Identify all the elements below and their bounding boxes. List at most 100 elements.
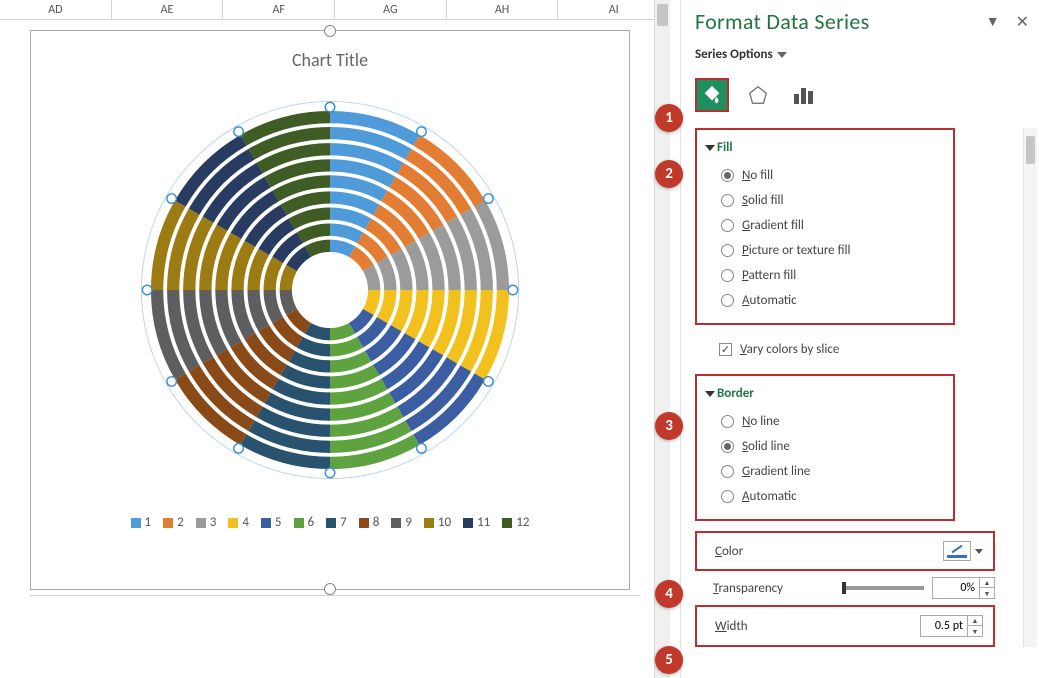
radio[interactable] <box>721 294 734 307</box>
selection-handle[interactable] <box>417 127 427 137</box>
legend-item[interactable]: 12 <box>502 515 529 530</box>
radio[interactable] <box>721 244 734 257</box>
selection-handle[interactable] <box>484 194 494 204</box>
radio-label: Solid fill <box>742 193 783 208</box>
legend-item[interactable]: 9 <box>391 515 412 530</box>
selection-handle[interactable] <box>325 102 335 112</box>
radio[interactable] <box>721 269 734 282</box>
legend-swatch <box>359 518 369 528</box>
bar-chart-icon <box>792 84 816 106</box>
radio[interactable] <box>721 169 734 182</box>
selection-handle[interactable] <box>325 468 335 478</box>
legend-item[interactable]: 3 <box>196 515 217 530</box>
selection-handle[interactable] <box>167 377 177 387</box>
fill-label: Fill <box>717 140 733 155</box>
spin-down-icon[interactable]: ▼ <box>968 626 982 636</box>
transparency-input[interactable]: ▲▼ <box>932 577 995 599</box>
transparency-slider[interactable] <box>844 586 924 590</box>
spin-up-icon[interactable]: ▲ <box>968 616 982 626</box>
fill-option-solid_fill[interactable]: Solid fill <box>707 188 939 213</box>
legend-swatch <box>294 518 304 528</box>
format-data-series-pane: Format Data Series ▼ ✕ Series Options Fi… <box>680 0 1039 678</box>
fill-option-no_fill[interactable]: No fill <box>707 163 939 188</box>
pane-options-icon[interactable]: ▼ <box>986 13 1000 30</box>
scroll-thumb[interactable] <box>1026 136 1035 164</box>
pie-chart[interactable] <box>130 90 530 490</box>
legend-label: 1 <box>145 515 152 530</box>
fill-option-gradient_fill[interactable]: Gradient fill <box>707 213 939 238</box>
selection-handle[interactable] <box>417 444 427 454</box>
vary-colors-checkbox[interactable]: ✓ <box>719 343 732 356</box>
legend-swatch <box>463 518 473 528</box>
fill-section: Fill No fill Solid fill Gradient fillPictu… <box>695 128 955 325</box>
chevron-down-icon[interactable] <box>975 549 983 554</box>
series-options-dropdown[interactable]: Series Options <box>695 47 1029 62</box>
column-header[interactable]: AF <box>223 0 335 19</box>
fill-option-automatic[interactable]: Automatic <box>707 288 939 313</box>
legend-item[interactable]: 4 <box>228 515 249 530</box>
collapse-icon[interactable] <box>705 145 715 151</box>
radio[interactable] <box>721 440 734 453</box>
resize-handle-top[interactable] <box>324 25 336 37</box>
column-header[interactable]: AH <box>447 0 559 19</box>
legend-label: 10 <box>438 515 451 530</box>
worksheet-area: ADAEAFAGAHAI Chart Title 123456789101112… <box>0 0 670 678</box>
selection-handle[interactable] <box>167 194 177 204</box>
pane-scrollbar[interactable] <box>1023 128 1037 647</box>
legend-label: 9 <box>405 515 412 530</box>
legend-item[interactable]: 10 <box>424 515 451 530</box>
fill-option-picture_fill[interactable]: Picture or texture fill <box>707 238 939 263</box>
legend-item[interactable]: 11 <box>463 515 490 530</box>
series-options-tab[interactable] <box>787 78 821 112</box>
legend-item[interactable]: 1 <box>131 515 152 530</box>
radio[interactable] <box>721 465 734 478</box>
chart-plot-area[interactable] <box>31 75 629 505</box>
chart-legend[interactable]: 123456789101112 <box>31 505 629 540</box>
column-header[interactable]: AD <box>0 0 112 19</box>
legend-item[interactable]: 5 <box>261 515 282 530</box>
radio[interactable] <box>721 194 734 207</box>
column-header[interactable]: AE <box>112 0 224 19</box>
border-option-automatic[interactable]: Automatic <box>707 484 939 509</box>
worksheet-scrollbar[interactable]: ▲ ▼ <box>654 0 670 678</box>
fill-and-line-tab[interactable] <box>695 78 729 112</box>
vary-row: ✓ Vary colors by slice <box>695 335 955 364</box>
spin-up-icon[interactable]: ▲ <box>980 578 994 588</box>
width-input[interactable]: ▲▼ <box>920 615 983 637</box>
column-header[interactable]: AG <box>335 0 447 19</box>
pane-title: Format Data Series <box>695 8 870 35</box>
legend-label: 7 <box>340 515 347 530</box>
radio[interactable] <box>721 490 734 503</box>
selection-handle[interactable] <box>142 285 152 295</box>
fill-option-pattern_fill[interactable]: Pattern fill <box>707 263 939 288</box>
legend-item[interactable]: 7 <box>326 515 347 530</box>
chart-object[interactable]: Chart Title 123456789101112 <box>30 30 630 590</box>
pane-close-icon[interactable]: ✕ <box>1016 12 1029 32</box>
collapse-icon[interactable] <box>705 391 715 397</box>
selection-handle[interactable] <box>234 444 244 454</box>
annotation-badge-2: 2 <box>655 160 683 188</box>
scroll-thumb[interactable] <box>657 4 668 26</box>
resize-handle-bottom[interactable] <box>324 583 336 595</box>
selection-handle[interactable] <box>234 127 244 137</box>
radio-label: Solid line <box>742 439 790 454</box>
annotation-badge-3: 3 <box>655 412 683 440</box>
legend-label: 11 <box>477 515 490 530</box>
legend-item[interactable]: 6 <box>294 515 315 530</box>
radio[interactable] <box>721 219 734 232</box>
color-picker[interactable] <box>943 541 971 561</box>
chevron-down-icon <box>777 52 787 58</box>
spin-down-icon[interactable]: ▼ <box>980 588 994 598</box>
radio[interactable] <box>721 415 734 428</box>
border-option-no_line[interactable]: No line <box>707 409 939 434</box>
border-option-solid_line[interactable]: Solid line <box>707 434 939 459</box>
gridline <box>30 595 640 596</box>
selection-handle[interactable] <box>508 285 518 295</box>
chart-title[interactable]: Chart Title <box>31 31 629 75</box>
border-option-gradient_line[interactable]: Gradient line <box>707 459 939 484</box>
selection-handle[interactable] <box>484 377 494 387</box>
annotation-badge-5: 5 <box>655 646 683 674</box>
legend-item[interactable]: 2 <box>163 515 184 530</box>
effects-tab[interactable] <box>741 78 775 112</box>
legend-item[interactable]: 8 <box>359 515 380 530</box>
